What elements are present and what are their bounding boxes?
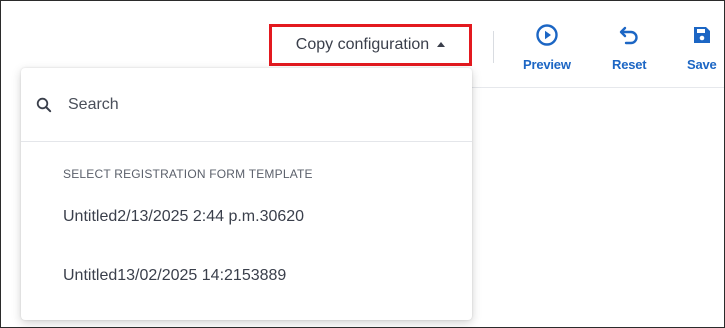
toolbar-separator xyxy=(493,31,494,63)
copy-configuration-label: Copy configuration xyxy=(295,36,430,53)
preview-button[interactable]: Preview xyxy=(523,23,571,72)
preview-label: Preview xyxy=(523,57,571,72)
toolbar-divider xyxy=(471,87,724,88)
search-row xyxy=(21,68,472,142)
section-title: SELECT REGISTRATION FORM TEMPLATE xyxy=(63,167,313,181)
copy-configuration-button[interactable]: Copy configuration xyxy=(269,24,472,66)
app-window: Copy configuration Preview Reset Save Se… xyxy=(0,0,725,328)
search-input[interactable] xyxy=(68,95,428,114)
reset-label: Reset xyxy=(612,57,647,72)
reset-button[interactable]: Reset xyxy=(612,23,647,72)
template-option[interactable]: Untitled13/02/2025 14:2153889 xyxy=(63,267,286,285)
save-label: Save xyxy=(687,57,717,72)
template-option[interactable]: Untitled2/13/2025 2:44 p.m.30620 xyxy=(63,208,304,226)
play-circle-icon xyxy=(535,23,559,47)
copy-configuration-dropdown: SELECT REGISTRATION FORM TEMPLATE Untitl… xyxy=(21,68,472,320)
undo-arrow-icon xyxy=(617,23,641,47)
save-button[interactable]: Save xyxy=(687,23,717,72)
save-disk-icon xyxy=(690,23,714,47)
caret-up-icon xyxy=(437,42,446,47)
search-icon xyxy=(36,97,52,113)
